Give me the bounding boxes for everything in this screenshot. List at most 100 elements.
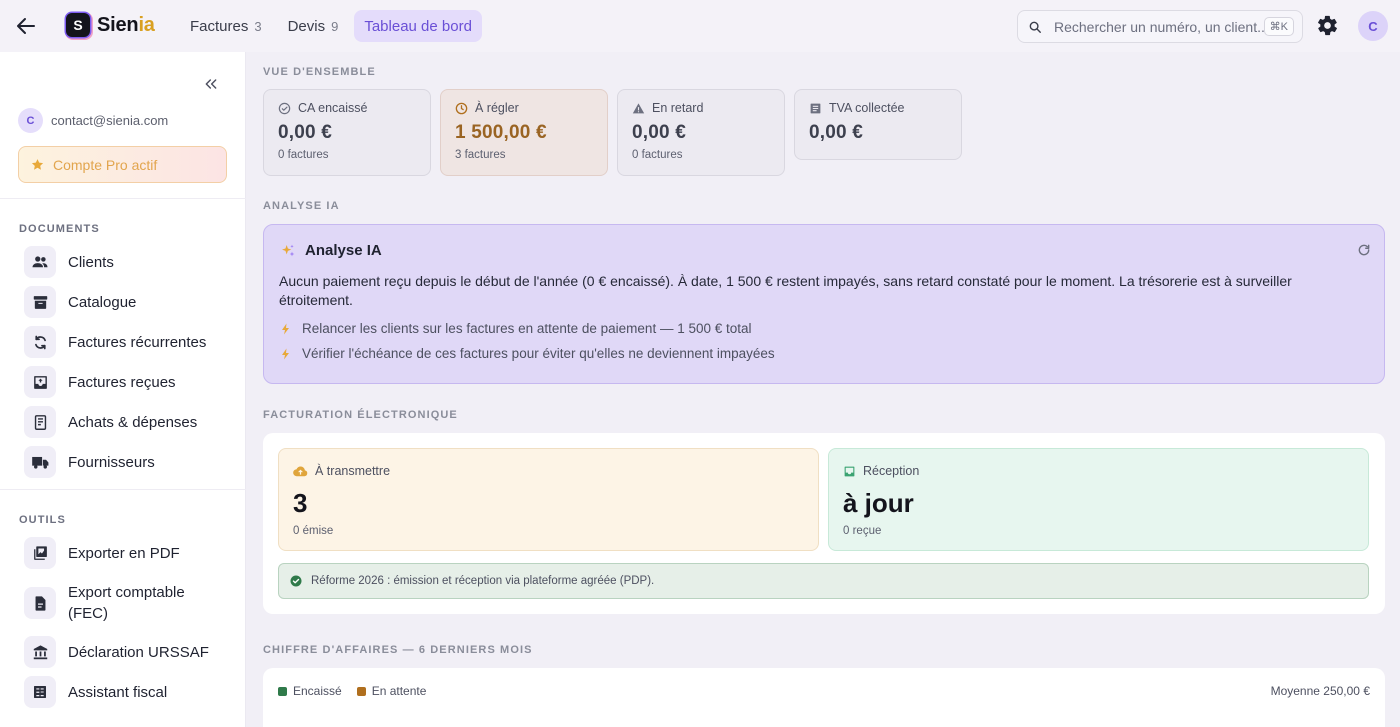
kpi-value: 1 500,00 € xyxy=(455,122,547,143)
legend-item-en-attente[interactable]: En attente xyxy=(356,684,427,698)
top-bar: S Sienia Factures 3 Devis 9 Tableau de b… xyxy=(0,0,1400,52)
sidebar-item-exporter-pdf[interactable]: Exporter en PDF xyxy=(24,537,180,569)
pro-badge-label: Compte Pro actif xyxy=(53,156,158,173)
documents-section-title: DOCUMENTS xyxy=(19,223,100,235)
dashboard-main: VUE D'ENSEMBLE CA encaissé 0,00 € 0 fact… xyxy=(247,52,1400,727)
search-box: ⌘K xyxy=(1017,10,1303,43)
sidebar-divider xyxy=(0,489,246,490)
app-logo[interactable]: S Sienia xyxy=(66,13,155,37)
kpi-subtext: 3 factures xyxy=(455,149,506,161)
to-send-label: À transmettre xyxy=(315,464,391,478)
legend-swatch xyxy=(278,686,287,696)
reception-label: Réception xyxy=(863,464,920,478)
to-send-subtext: 0 émise xyxy=(293,525,334,537)
reception-value: à jour xyxy=(843,488,914,518)
settings-button[interactable] xyxy=(1316,14,1339,37)
account-avatar: C xyxy=(18,108,43,133)
search-icon xyxy=(1029,21,1041,33)
account-email: contact@sienia.com xyxy=(51,113,169,128)
sidebar-item-declaration-urssaf[interactable]: Déclaration URSSAF xyxy=(24,636,209,668)
sidebar-item-label: Déclaration URSSAF xyxy=(68,643,209,661)
ai-recommendation: Vérifier l'échéance de ces factures pour… xyxy=(281,346,775,361)
kpi-ca-encaisse[interactable]: CA encaissé 0,00 € 0 factures xyxy=(263,89,431,176)
inbox-icon xyxy=(24,366,56,398)
reception-tile[interactable]: Réception à jour 0 reçue xyxy=(828,448,1369,551)
brand-prefix: Sien xyxy=(97,13,139,36)
sidebar-item-clients[interactable]: Clients xyxy=(24,246,114,278)
sidebar: C contact@sienia.com Compte Pro actif DO… xyxy=(0,52,246,727)
sparkles-icon xyxy=(282,244,295,256)
reform-notice: Réforme 2026 : émission et réception via… xyxy=(278,563,1369,599)
sidebar-item-catalogue[interactable]: Catalogue xyxy=(24,286,136,318)
refresh-analysis-button[interactable] xyxy=(1357,243,1371,257)
sidebar-item-factures-recurrentes[interactable]: Factures récurrentes xyxy=(24,326,206,358)
legend-label: En attente xyxy=(371,684,427,698)
check-badge-icon xyxy=(290,575,302,587)
kpi-value: 0,00 € xyxy=(632,122,687,143)
ai-summary: Aucun paiement reçu depuis le début de l… xyxy=(279,273,1292,308)
sidebar-item-label: Achats & dépenses xyxy=(68,413,198,431)
tab-factures[interactable]: Factures 3 xyxy=(180,10,272,42)
sidebar-item-label: Assistant fiscal xyxy=(68,683,168,701)
tab-label: Devis xyxy=(287,17,326,35)
sidebar-item-fournisseurs[interactable]: Fournisseurs xyxy=(24,446,155,478)
sidebar-item-label: Fournisseurs xyxy=(68,453,155,471)
inbox-tray-icon xyxy=(844,466,855,476)
sidebar-item-label: Factures reçues xyxy=(68,373,176,391)
to-send-tile[interactable]: À transmettre 3 0 émise xyxy=(278,448,819,551)
sidebar-item-assistant-fiscal[interactable]: Assistant fiscal xyxy=(24,676,167,708)
bolt-icon xyxy=(282,323,289,334)
cloud-upload-icon xyxy=(293,465,308,476)
sidebar-item-label: Factures récurrentes xyxy=(68,333,207,351)
star-icon xyxy=(31,159,44,170)
ai-analysis-panel: Analyse IA Aucun paiement reçu depuis le… xyxy=(263,224,1385,384)
list-icon xyxy=(810,103,821,113)
overview-section-title: VUE D'ENSEMBLE xyxy=(263,66,376,78)
kpi-label: CA encaissé xyxy=(298,101,368,115)
chevrons-left-icon xyxy=(205,79,217,89)
kpi-tva-collectee[interactable]: TVA collectée 0,00 € xyxy=(794,89,962,160)
sidebar-divider xyxy=(0,198,246,199)
kpi-label: TVA collectée xyxy=(829,101,905,115)
search-input[interactable] xyxy=(1054,18,1264,35)
account-info[interactable]: C contact@sienia.com xyxy=(18,108,168,133)
clock-icon xyxy=(455,102,468,114)
refresh-icon xyxy=(1358,244,1370,256)
sidebar-item-export-comptable[interactable]: Export comptable (FEC) xyxy=(24,582,218,624)
kpi-label: En retard xyxy=(652,101,704,115)
tab-tableau-de-bord[interactable]: Tableau de bord xyxy=(354,10,482,42)
collapse-sidebar-button[interactable] xyxy=(203,76,219,92)
main-nav: Factures 3 Devis 9 Tableau de bord xyxy=(180,10,482,42)
gear-icon xyxy=(1318,15,1337,36)
tab-label: Factures xyxy=(190,17,249,35)
legend-item-encaisse[interactable]: Encaissé xyxy=(278,684,342,698)
tab-label: Tableau de bord xyxy=(364,17,472,35)
kpi-en-retard[interactable]: En retard 0,00 € 0 factures xyxy=(617,89,785,176)
sidebar-item-label: Catalogue xyxy=(68,293,137,311)
ai-recommendation: Relancer les clients sur les factures en… xyxy=(281,321,752,336)
chart-legend: Encaissé En attente xyxy=(278,684,426,698)
user-avatar[interactable]: C xyxy=(1358,11,1388,41)
back-button[interactable] xyxy=(14,14,38,38)
pro-account-badge[interactable]: Compte Pro actif xyxy=(18,146,227,183)
sidebar-item-achats-depenses[interactable]: Achats & dépenses xyxy=(24,406,197,438)
ai-panel-title: Analyse IA xyxy=(305,242,382,259)
ai-recommendation-text: Vérifier l'échéance de ces factures pour… xyxy=(302,346,775,361)
kpi-value: 0,00 € xyxy=(278,122,333,143)
check-circle-icon xyxy=(278,102,291,114)
legend-label: Encaissé xyxy=(293,684,342,698)
bank-icon xyxy=(24,636,56,668)
sidebar-item-factures-recues[interactable]: Factures reçues xyxy=(24,366,176,398)
brand-suffix: ia xyxy=(138,13,155,36)
ai-recommendation-text: Relancer les clients sur les factures en… xyxy=(302,321,752,336)
revenue-chart-card: Encaissé En attente Moyenne 250,00 € xyxy=(263,668,1385,727)
users-icon xyxy=(24,246,56,278)
kpi-value: 0,00 € xyxy=(809,122,864,143)
kpi-a-regler[interactable]: À régler 1 500,00 € 3 factures xyxy=(440,89,608,176)
average-revenue: Moyenne 250,00 € xyxy=(1270,684,1370,698)
tab-devis[interactable]: Devis 9 xyxy=(278,10,349,42)
bolt-icon xyxy=(282,348,289,359)
tab-count: 3 xyxy=(254,18,262,34)
logo-mark: S xyxy=(66,13,90,37)
kpi-subtext: 0 factures xyxy=(632,149,683,161)
